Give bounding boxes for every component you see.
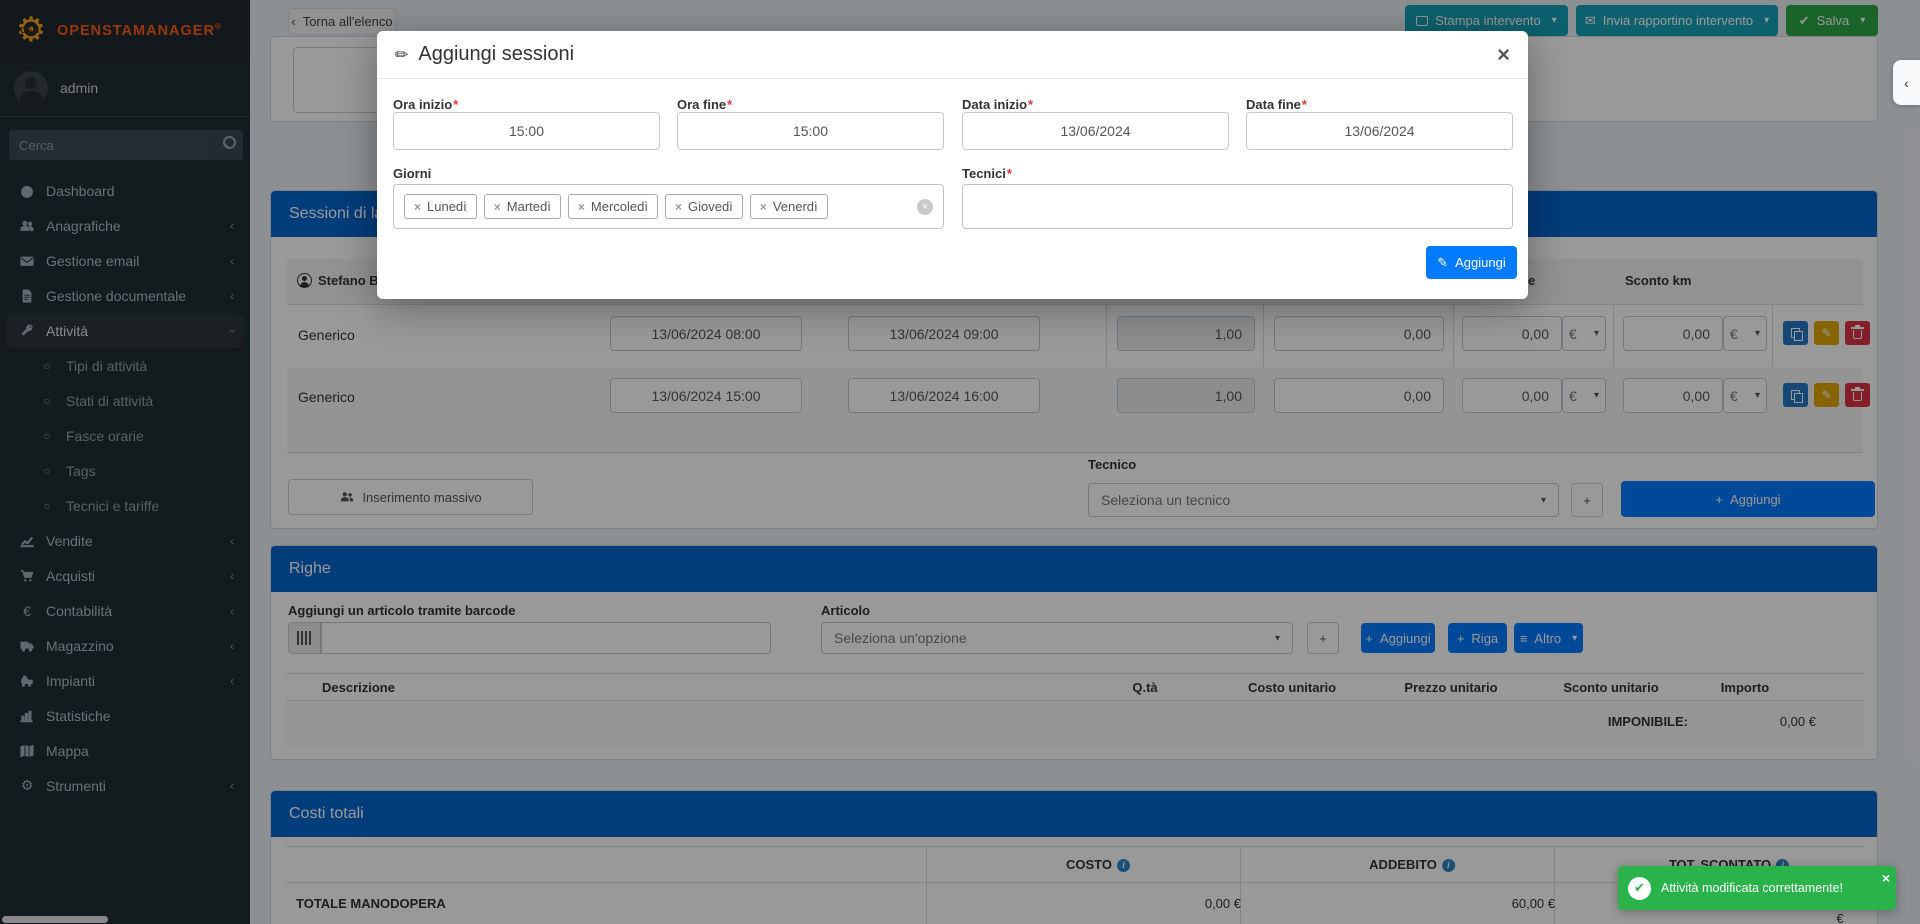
- edit-icon: ✎: [1437, 255, 1448, 271]
- close-icon[interactable]: ×: [1497, 44, 1510, 66]
- data-inizio-input[interactable]: [962, 112, 1229, 150]
- toast-message: Attività modificata correttamente!: [1661, 881, 1843, 895]
- data-inizio-label: Data inizio*: [962, 97, 1033, 112]
- success-toast: ✔ Attività modificata correttamente! ×: [1618, 866, 1896, 910]
- ora-fine-input[interactable]: [677, 112, 944, 150]
- ora-fine-label: Ora fine*: [677, 97, 732, 112]
- day-chip[interactable]: ×Martedì: [484, 194, 561, 219]
- remove-chip-icon[interactable]: ×: [675, 200, 682, 214]
- data-fine-label: Data fine*: [1246, 97, 1307, 112]
- pencil-icon: ✏: [395, 45, 408, 65]
- tecnici-label: Tecnici*: [962, 166, 1012, 181]
- check-circle-icon: ✔: [1628, 877, 1651, 900]
- modal-aggiungi-button[interactable]: ✎ Aggiungi: [1426, 246, 1517, 279]
- day-chip[interactable]: ×Giovedì: [665, 194, 743, 219]
- modal-title: ✏ Aggiungi sessioni: [395, 43, 574, 66]
- day-chip[interactable]: ×Venerdì: [750, 194, 828, 219]
- giorni-label: Giorni: [393, 166, 431, 181]
- clear-all-icon[interactable]: ×: [917, 199, 933, 215]
- remove-chip-icon[interactable]: ×: [494, 200, 501, 214]
- modal-header: ✏ Aggiungi sessioni ×: [377, 31, 1528, 79]
- day-chip[interactable]: ×Lunedì: [404, 194, 477, 219]
- ora-inizio-input[interactable]: [393, 112, 660, 150]
- remove-chip-icon[interactable]: ×: [578, 200, 585, 214]
- chevron-left-icon: ‹: [1904, 75, 1909, 91]
- ora-inizio-label: Ora inizio*: [393, 97, 458, 112]
- remove-chip-icon[interactable]: ×: [414, 200, 421, 214]
- app-screen: ⚙ OSM OpenSTAManager® admin Dashboard An…: [0, 0, 1920, 924]
- remove-chip-icon[interactable]: ×: [760, 200, 767, 214]
- giorni-field[interactable]: ×Lunedì ×Martedì ×Mercoledì ×Giovedì ×Ve…: [393, 184, 944, 229]
- day-chip[interactable]: ×Mercoledì: [568, 194, 658, 219]
- add-sessions-modal: ✏ Aggiungi sessioni × Ora inizio* Ora fi…: [377, 31, 1528, 299]
- horizontal-scrollbar-thumb[interactable]: [2, 916, 108, 923]
- tecnici-field[interactable]: [962, 184, 1513, 229]
- toast-close-icon[interactable]: ×: [1882, 870, 1890, 886]
- data-fine-input[interactable]: [1246, 112, 1513, 150]
- slide-panel-toggle[interactable]: ‹: [1893, 60, 1920, 105]
